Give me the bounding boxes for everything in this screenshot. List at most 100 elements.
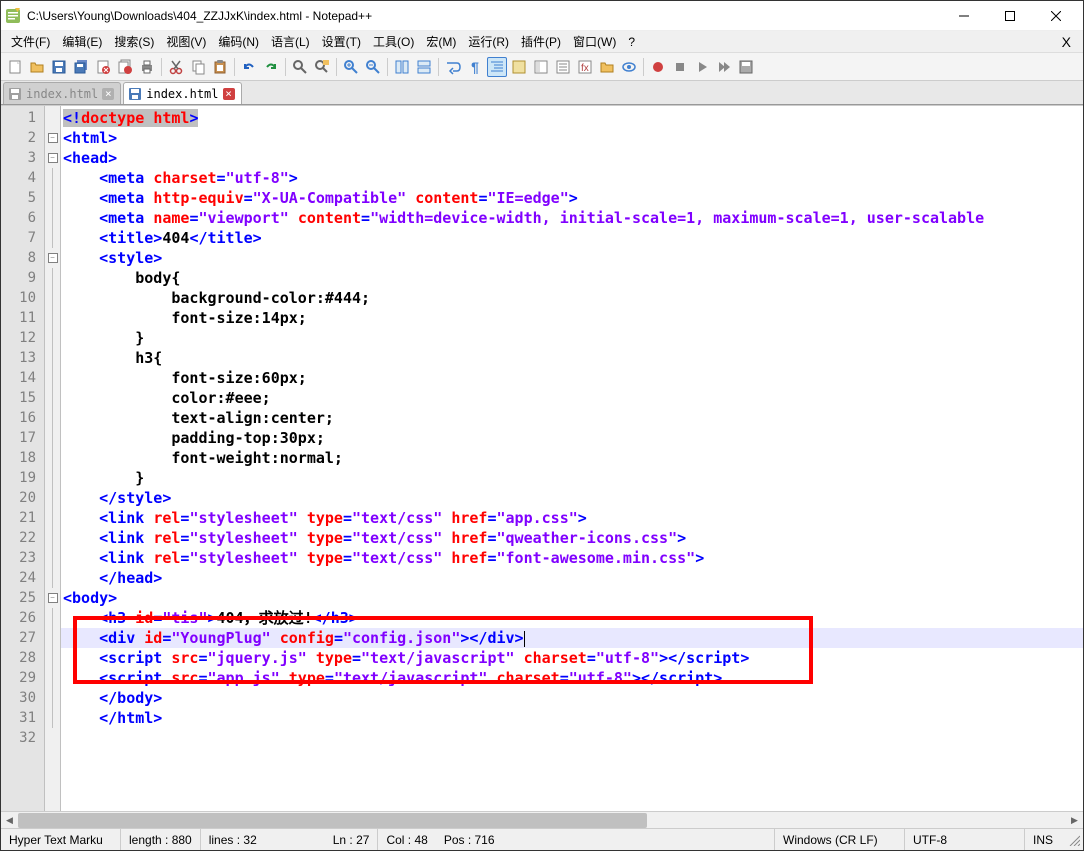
code-line[interactable]: font-size:14px;	[61, 308, 1083, 328]
status-eol[interactable]: Windows (CR LF)	[775, 829, 905, 850]
menu-item[interactable]: ?	[622, 33, 641, 51]
sync-v-icon[interactable]	[392, 57, 412, 77]
line-number[interactable]: 12	[1, 328, 44, 348]
line-number[interactable]: 23	[1, 548, 44, 568]
code-line[interactable]: </head>	[61, 568, 1083, 588]
code-line[interactable]: body{	[61, 268, 1083, 288]
tab-close-icon[interactable]: ×	[102, 88, 114, 100]
scroll-thumb[interactable]	[18, 813, 647, 828]
line-number[interactable]: 15	[1, 388, 44, 408]
code-line[interactable]: <h3 id="tis">404，求放过!</h3>	[61, 608, 1083, 628]
code-line[interactable]: <style>	[61, 248, 1083, 268]
code-line[interactable]: font-weight:normal;	[61, 448, 1083, 468]
code-area[interactable]: <!doctype html><html><head> <meta charse…	[61, 106, 1083, 811]
save-icon[interactable]	[49, 57, 69, 77]
code-line[interactable]: <meta charset="utf-8">	[61, 168, 1083, 188]
code-line[interactable]: <!doctype html>	[61, 108, 1083, 128]
code-line[interactable]: <link rel="stylesheet" type="text/css" h…	[61, 508, 1083, 528]
close-all-icon[interactable]	[115, 57, 135, 77]
menu-item[interactable]: 插件(P)	[515, 31, 567, 52]
menu-item[interactable]: 设置(T)	[316, 31, 367, 52]
line-number[interactable]: 30	[1, 688, 44, 708]
line-number[interactable]: 22	[1, 528, 44, 548]
open-file-icon[interactable]	[27, 57, 47, 77]
line-number[interactable]: 6	[1, 208, 44, 228]
menu-item[interactable]: 视图(V)	[160, 31, 212, 52]
indent-guide-icon[interactable]	[487, 57, 507, 77]
code-line[interactable]: h3{	[61, 348, 1083, 368]
code-line[interactable]: <body>	[61, 588, 1083, 608]
zoom-out-icon[interactable]	[363, 57, 383, 77]
play-macro-icon[interactable]	[692, 57, 712, 77]
fold-toggle-icon[interactable]: −	[48, 133, 58, 143]
save-all-icon[interactable]	[71, 57, 91, 77]
code-line[interactable]: color:#eee;	[61, 388, 1083, 408]
line-number[interactable]: 18	[1, 448, 44, 468]
code-line[interactable]: </body>	[61, 688, 1083, 708]
code-line[interactable]: <html>	[61, 128, 1083, 148]
file-tab[interactable]: index.html×	[123, 82, 241, 104]
horizontal-scrollbar[interactable]: ◀ ▶	[1, 811, 1083, 828]
menu-item[interactable]: 文件(F)	[5, 31, 56, 52]
fold-toggle-icon[interactable]: −	[48, 153, 58, 163]
save-macro-icon[interactable]	[736, 57, 756, 77]
code-line[interactable]: <script src="app.js" type="text/javascri…	[61, 668, 1083, 688]
mdi-close-icon[interactable]: X	[1054, 34, 1079, 50]
line-number[interactable]: 28	[1, 648, 44, 668]
zoom-in-icon[interactable]	[341, 57, 361, 77]
wordwrap-icon[interactable]	[443, 57, 463, 77]
menu-item[interactable]: 编码(N)	[212, 31, 265, 52]
fold-cell[interactable]: −	[45, 128, 60, 148]
close-file-icon[interactable]	[93, 57, 113, 77]
line-number[interactable]: 17	[1, 428, 44, 448]
line-number[interactable]: 25	[1, 588, 44, 608]
code-line[interactable]: </html>	[61, 708, 1083, 728]
code-line[interactable]: <script src="jquery.js" type="text/javas…	[61, 648, 1083, 668]
fold-toggle-icon[interactable]: −	[48, 593, 58, 603]
code-line[interactable]: }	[61, 468, 1083, 488]
new-file-icon[interactable]	[5, 57, 25, 77]
scroll-track[interactable]	[18, 812, 1066, 828]
code-line[interactable]: text-align:center;	[61, 408, 1083, 428]
code-line[interactable]	[61, 728, 1083, 748]
code-line[interactable]: </style>	[61, 488, 1083, 508]
doc-list-icon[interactable]	[553, 57, 573, 77]
line-number[interactable]: 5	[1, 188, 44, 208]
line-number[interactable]: 16	[1, 408, 44, 428]
code-line[interactable]: font-size:60px;	[61, 368, 1083, 388]
line-number[interactable]: 32	[1, 728, 44, 748]
status-encoding[interactable]: UTF-8	[905, 829, 1025, 850]
line-number[interactable]: 3	[1, 148, 44, 168]
code-line[interactable]: <title>404</title>	[61, 228, 1083, 248]
doc-map-icon[interactable]	[531, 57, 551, 77]
editor[interactable]: 1234567891011121314151617181920212223242…	[1, 105, 1083, 811]
line-number[interactable]: 2	[1, 128, 44, 148]
print-icon[interactable]	[137, 57, 157, 77]
line-number[interactable]: 19	[1, 468, 44, 488]
code-line[interactable]: <link rel="stylesheet" type="text/css" h…	[61, 528, 1083, 548]
code-line[interactable]: <meta http-equiv="X-UA-Compatible" conte…	[61, 188, 1083, 208]
line-number[interactable]: 21	[1, 508, 44, 528]
replace-icon[interactable]	[312, 57, 332, 77]
monitor-icon[interactable]	[619, 57, 639, 77]
play-multi-icon[interactable]	[714, 57, 734, 77]
code-line[interactable]: <head>	[61, 148, 1083, 168]
menu-item[interactable]: 工具(O)	[367, 31, 420, 52]
line-number[interactable]: 11	[1, 308, 44, 328]
line-number[interactable]: 9	[1, 268, 44, 288]
redo-icon[interactable]	[261, 57, 281, 77]
line-number[interactable]: 26	[1, 608, 44, 628]
show-all-chars-icon[interactable]: ¶	[465, 57, 485, 77]
line-number[interactable]: 20	[1, 488, 44, 508]
status-insert-mode[interactable]: INS	[1025, 829, 1065, 850]
line-number[interactable]: 4	[1, 168, 44, 188]
code-line[interactable]: <meta name="viewport" content="width=dev…	[61, 208, 1083, 228]
fold-cell[interactable]: −	[45, 248, 60, 268]
line-number[interactable]: 1	[1, 108, 44, 128]
menu-item[interactable]: 搜索(S)	[108, 31, 160, 52]
line-number[interactable]: 24	[1, 568, 44, 588]
line-number[interactable]: 31	[1, 708, 44, 728]
fold-cell[interactable]: −	[45, 588, 60, 608]
sync-h-icon[interactable]	[414, 57, 434, 77]
code-line[interactable]: background-color:#444;	[61, 288, 1083, 308]
